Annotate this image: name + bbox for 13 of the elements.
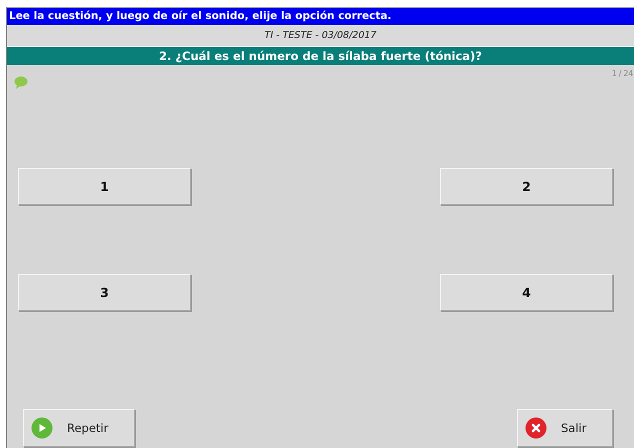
question-counter: 1 / 24 [612, 69, 633, 78]
question-bar: 2. ¿Cuál es el número de la sílaba fuerte (tónica)? [7, 47, 634, 65]
answer-option-button[interactable]: 1 [18, 168, 191, 205]
play-icon [31, 417, 53, 439]
answer-option-button[interactable]: 2 [440, 168, 613, 205]
speech-bubble-icon[interactable] [14, 76, 28, 89]
close-icon [525, 417, 547, 439]
exit-button[interactable]: Salir [517, 409, 613, 447]
answer-option-button[interactable]: 4 [440, 274, 613, 311]
instruction-bar: Lee la cuestión, y luego de oír el sonido, elije la opción correcta. [7, 8, 634, 25]
repeat-button[interactable]: Repetir [23, 409, 135, 447]
answer-option-button[interactable]: 3 [18, 274, 191, 311]
test-title: TI - TESTE - 03/08/2017 [7, 25, 634, 47]
